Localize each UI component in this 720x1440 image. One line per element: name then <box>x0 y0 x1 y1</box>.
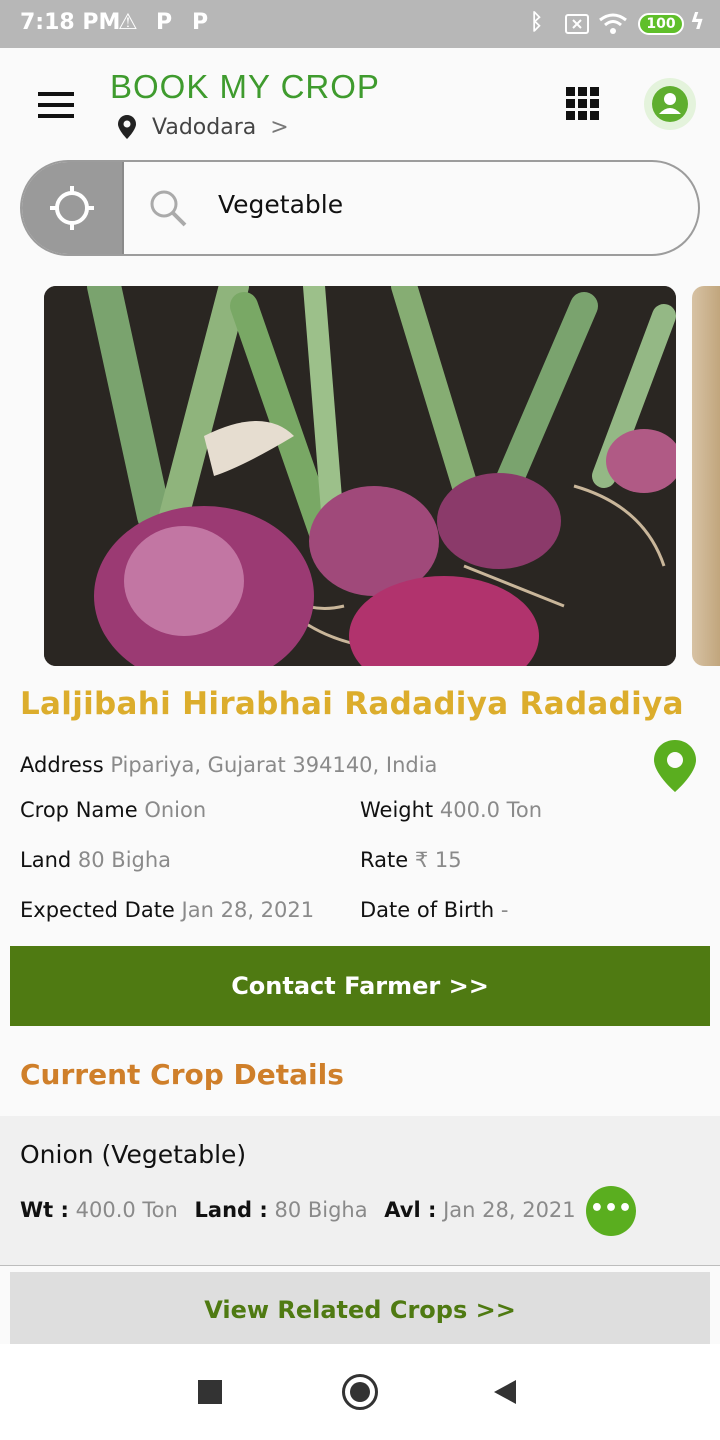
navigation-bar <box>0 1344 720 1440</box>
expected-date-label: Expected Date <box>20 898 175 922</box>
menu-icon[interactable] <box>38 92 74 118</box>
avl-value: Jan 28, 2021 <box>443 1198 576 1222</box>
land-label: Land <box>20 848 72 872</box>
profile-button[interactable] <box>644 78 696 130</box>
chevron-right-icon: > <box>270 114 289 140</box>
weight-row: Weight 400.0 Ton <box>360 798 542 822</box>
rate-label: Rate <box>360 848 409 872</box>
land-value: 80 Bigha <box>274 1198 368 1222</box>
crop-name-label: Crop Name <box>20 798 138 822</box>
city-selector[interactable]: Vadodara > <box>118 112 289 142</box>
address-label: Address <box>20 753 104 777</box>
land-label: Land : <box>194 1198 268 1222</box>
map-pin-icon[interactable] <box>654 740 696 792</box>
apps-grid-icon[interactable] <box>566 87 599 120</box>
back-icon[interactable] <box>494 1380 516 1404</box>
location-pin-icon <box>118 115 136 139</box>
status-bar: 7:18 PM ⚠ P P ᛒ 100 ϟ <box>0 0 720 48</box>
home-icon[interactable] <box>342 1374 378 1410</box>
crop-title: Onion (Vegetable) <box>20 1140 247 1169</box>
weight-label: Weight <box>360 798 434 822</box>
search-icon <box>150 190 187 227</box>
land-value: 80 Bigha <box>77 848 172 872</box>
contact-farmer-button[interactable]: Contact Farmer >> <box>10 946 710 1026</box>
expected-date-value: Jan 28, 2021 <box>181 898 315 922</box>
address-value: Pipariya, Gujarat 394140, India <box>110 753 438 777</box>
search-input[interactable]: Vegetable <box>218 190 343 219</box>
next-crop-image[interactable] <box>692 286 720 666</box>
wt-label: Wt : <box>20 1198 69 1222</box>
sim-icon <box>565 14 589 34</box>
search-bar[interactable]: Vegetable <box>20 160 700 256</box>
user-icon <box>652 86 688 122</box>
crosshair-icon <box>50 186 94 230</box>
bluetooth-icon: ᛒ <box>530 10 544 35</box>
weight-value: 400.0 Ton <box>439 798 543 822</box>
warning-icon: ⚠ <box>118 10 138 35</box>
app-logo: BOOK MY CROP <box>110 68 380 105</box>
locate-button[interactable] <box>22 162 124 254</box>
crop-stats: Wt : 400.0 Ton Land : 80 Bigha Avl : Jan… <box>20 1198 586 1222</box>
avl-label: Avl : <box>384 1198 437 1222</box>
status-time: 7:18 PM <box>20 10 121 35</box>
dob-row: Date of Birth - <box>360 898 508 922</box>
city-name: Vadodara <box>152 114 257 140</box>
land-row: Land 80 Bigha <box>20 848 171 872</box>
crop-name-row: Crop Name Onion <box>20 798 206 822</box>
crop-image[interactable] <box>44 286 676 666</box>
p-icon: P <box>192 10 209 35</box>
more-options-icon[interactable]: ••• <box>586 1186 636 1236</box>
rate-value: ₹ 15 <box>414 848 462 872</box>
wt-value: 400.0 Ton <box>75 1198 178 1222</box>
current-crop-card[interactable]: Onion (Vegetable) Wt : 400.0 Ton Land : … <box>0 1116 720 1266</box>
address-row: Address Pipariya, Gujarat 394140, India <box>20 753 437 777</box>
expected-date-row: Expected Date Jan 28, 2021 <box>20 898 314 922</box>
farmer-name: Laljibahi Hirabhai Radadiya Radadiya <box>20 686 684 722</box>
battery-icon: 100 <box>638 13 684 35</box>
dob-value: - <box>500 898 509 922</box>
p-icon: P <box>156 10 173 35</box>
recents-icon[interactable] <box>198 1380 222 1404</box>
charging-icon: ϟ <box>690 10 705 35</box>
dob-label: Date of Birth <box>360 898 495 922</box>
view-related-crops-button[interactable]: View Related Crops >> <box>10 1272 710 1348</box>
rate-row: Rate ₹ 15 <box>360 848 462 872</box>
wifi-icon <box>599 13 627 34</box>
crop-name-value: Onion <box>144 798 207 822</box>
section-title: Current Crop Details <box>20 1058 344 1091</box>
